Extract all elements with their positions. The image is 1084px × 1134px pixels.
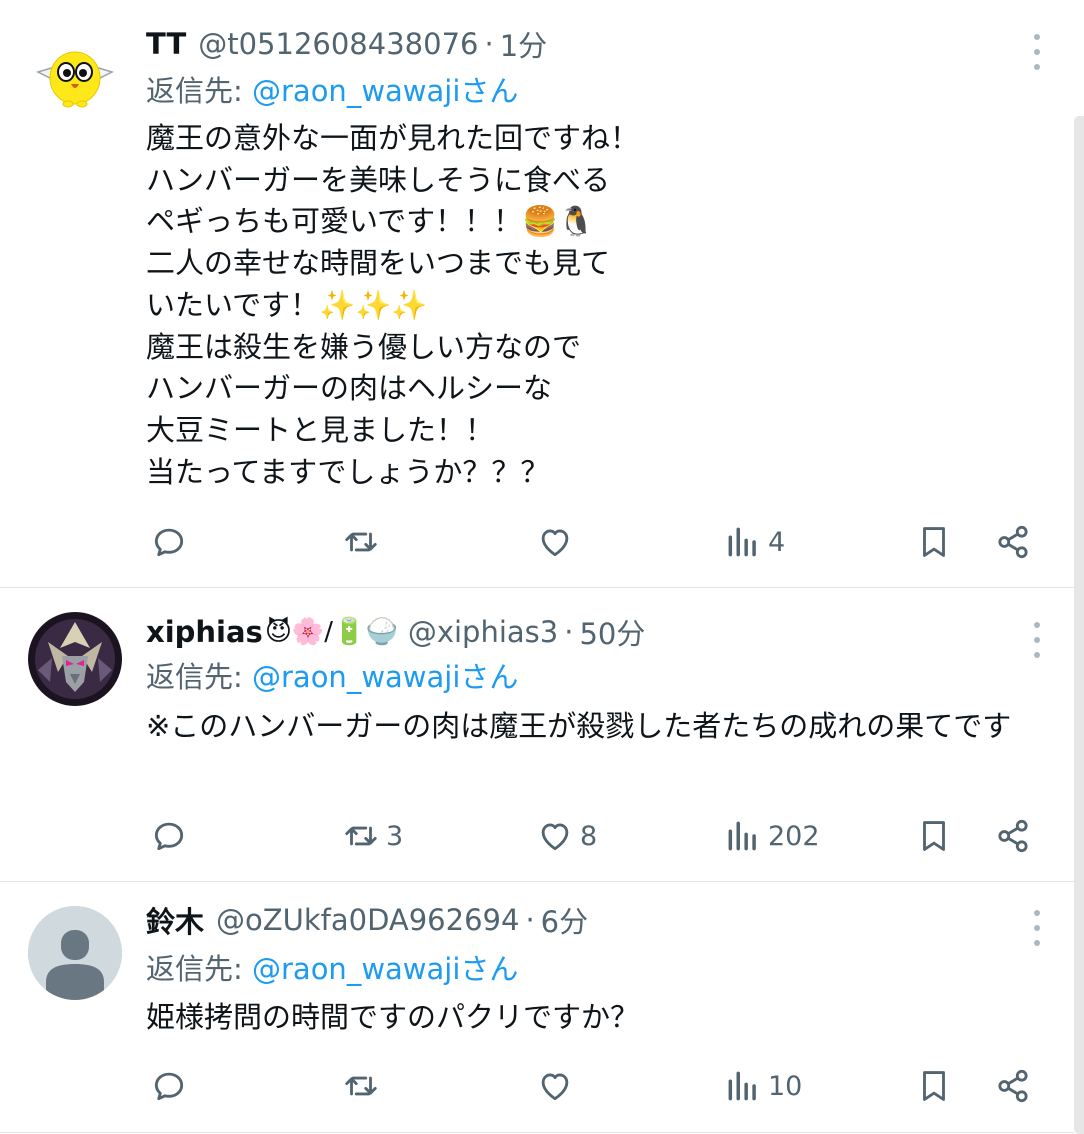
view-count: 10	[768, 1070, 803, 1102]
display-name[interactable]: TT	[146, 27, 186, 61]
divider	[0, 1132, 1074, 1133]
reply-tweet-1[interactable]: TT @t0512608438076 · 1分 返信先: @raon_wawaj…	[0, 22, 1074, 582]
analytics-icon	[728, 821, 756, 851]
views-button[interactable]: 202	[724, 814, 820, 858]
reply-tweet-3[interactable]: 鈴木 @oZUkfa0DA962694 · 6分 返信先: @raon_wawa…	[0, 898, 1074, 1128]
user-handle[interactable]: @xiphias3	[408, 615, 558, 649]
retweet-icon	[345, 532, 377, 552]
more-options-icon[interactable]	[1026, 34, 1048, 70]
share-icon	[998, 525, 1028, 559]
avatar[interactable]	[28, 612, 122, 706]
divider	[0, 881, 1074, 882]
timestamp[interactable]: 6分	[541, 899, 588, 941]
reply-mention-link[interactable]: @raon_wawajiさん	[252, 952, 518, 986]
share-button[interactable]	[994, 1064, 1032, 1108]
heart-icon	[541, 1073, 569, 1101]
tweet-text: ※このハンバーガーの肉は魔王が殺戮した者たちの成れの果てです	[146, 709, 1012, 743]
tweet-text: 魔王の意外な一面が見れた回ですね！ ハンバーガーを美味しそうに食べる ペギっちも…	[146, 121, 640, 489]
reply-mention-link[interactable]: @raon_wawajiさん	[252, 660, 518, 694]
replying-to: 返信先: @raon_wawajiさん	[146, 946, 518, 988]
retweet-icon	[345, 1076, 377, 1096]
action-bar: 4	[0, 520, 1074, 564]
view-count: 4	[768, 526, 786, 558]
reply-prefix: 返信先:	[146, 660, 252, 694]
divider	[0, 587, 1074, 588]
bookmark-icon	[923, 821, 945, 851]
heart-icon	[541, 529, 569, 557]
bookmark-icon	[923, 1071, 945, 1101]
like-button[interactable]	[536, 520, 580, 564]
like-button[interactable]	[536, 1064, 580, 1108]
separator-dot: ·	[564, 615, 574, 649]
timestamp[interactable]: 1分	[500, 23, 547, 65]
default-user-avatar-icon	[28, 906, 122, 1000]
reply-mention-link[interactable]: @raon_wawajiさん	[252, 74, 518, 108]
reply-prefix: 返信先:	[146, 952, 252, 986]
reply-timeline: TT @t0512608438076 · 1分 返信先: @raon_wawaj…	[0, 0, 1084, 1134]
views-button[interactable]: 10	[724, 1064, 802, 1108]
user-handle[interactable]: @oZUkfa0DA962694	[216, 903, 519, 937]
more-options-icon[interactable]	[1026, 910, 1048, 946]
display-name[interactable]: 鈴木	[146, 899, 204, 941]
avatar[interactable]	[28, 32, 122, 126]
tweet-header: 鈴木 @oZUkfa0DA962694 · 6分	[146, 898, 588, 942]
reply-tweet-2[interactable]: xiphias 😈🌸/🔋🍚 @xiphias3 · 50分 返信先: @raon…	[0, 610, 1074, 880]
reply-button[interactable]	[150, 520, 194, 564]
bookmark-button[interactable]	[915, 520, 953, 564]
like-count: 8	[580, 820, 598, 852]
share-button[interactable]	[994, 814, 1032, 858]
separator-dot: ·	[525, 903, 535, 937]
analytics-icon	[728, 1071, 756, 1101]
retweet-count: 3	[386, 820, 404, 852]
name-suffix: 😈🌸/🔋🍚	[264, 617, 398, 647]
bookmark-button[interactable]	[915, 814, 953, 858]
scrollbar[interactable]	[1074, 116, 1084, 1134]
action-bar: 10	[0, 1064, 1074, 1108]
action-bar: 3 8 202	[0, 814, 1074, 858]
retweet-icon	[345, 826, 377, 846]
like-button[interactable]: 8	[536, 814, 597, 858]
reply-icon	[154, 1072, 184, 1101]
replying-to: 返信先: @raon_wawajiさん	[146, 68, 518, 110]
reply-button[interactable]	[150, 1064, 194, 1108]
more-options-icon[interactable]	[1026, 622, 1048, 658]
tweet-header: xiphias 😈🌸/🔋🍚 @xiphias3 · 50分	[146, 610, 645, 654]
yellow-bird-avatar-icon	[28, 32, 122, 126]
reply-icon	[154, 528, 184, 557]
reply-prefix: 返信先:	[146, 74, 252, 108]
robot-avatar-icon	[28, 612, 122, 706]
display-name[interactable]: xiphias	[146, 615, 263, 649]
views-button[interactable]: 4	[724, 520, 785, 564]
retweet-button[interactable]: 3	[342, 814, 403, 858]
retweet-button[interactable]	[342, 520, 386, 564]
heart-icon	[541, 823, 569, 851]
share-icon	[998, 1069, 1028, 1103]
retweet-button[interactable]	[342, 1064, 386, 1108]
reply-button[interactable]	[150, 814, 194, 858]
reply-icon	[154, 822, 184, 851]
view-count: 202	[768, 820, 820, 852]
bookmark-button[interactable]	[915, 1064, 953, 1108]
share-button[interactable]	[994, 520, 1032, 564]
replying-to: 返信先: @raon_wawajiさん	[146, 654, 518, 696]
avatar[interactable]	[28, 906, 122, 1000]
tweet-header: TT @t0512608438076 · 1分	[146, 22, 547, 66]
analytics-icon	[728, 527, 756, 557]
timestamp[interactable]: 50分	[579, 611, 645, 653]
user-handle[interactable]: @t0512608438076	[198, 27, 478, 61]
bookmark-icon	[923, 527, 945, 557]
separator-dot: ·	[484, 27, 494, 61]
share-icon	[998, 819, 1028, 853]
tweet-text: 姫様拷問の時間ですのパクリですか？	[146, 1000, 640, 1034]
